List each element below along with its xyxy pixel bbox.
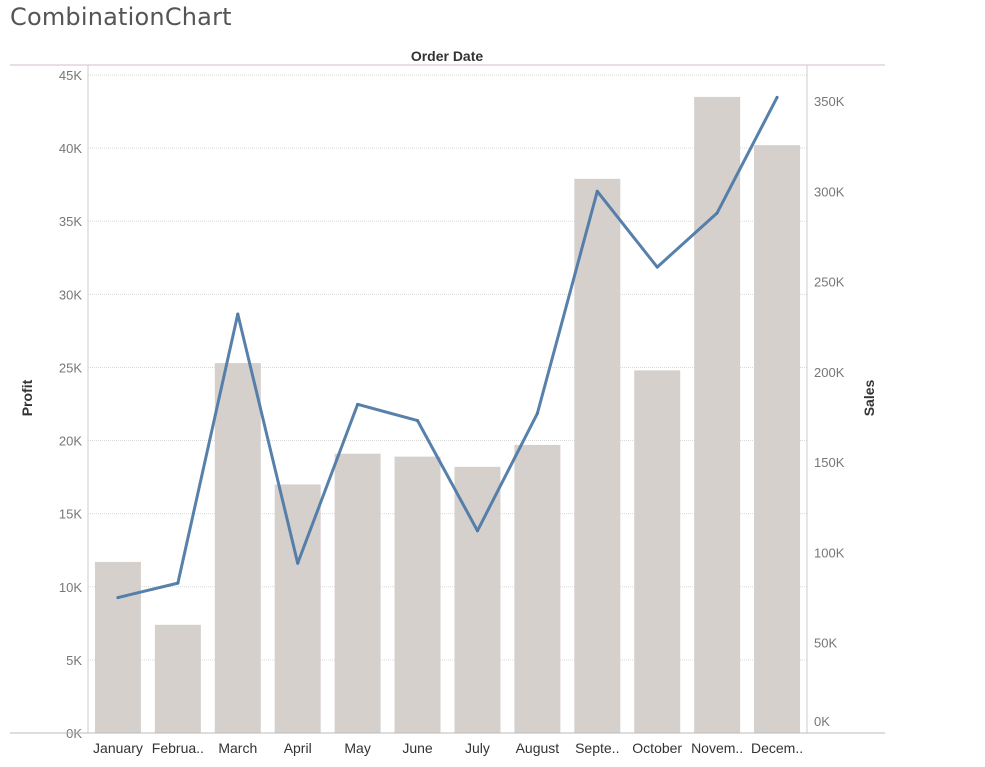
profit-bar-may[interactable] [334, 453, 381, 733]
month-label: January [93, 740, 143, 756]
month-label: October [632, 740, 682, 756]
profit-tick-label: 40K [59, 141, 82, 156]
profit-bar-august[interactable] [514, 444, 561, 733]
profit-bars [94, 96, 801, 734]
month-label: August [516, 740, 560, 756]
sales-axis-ticks: 0K 50K 100K 150K 200K 250K 300K 350K [814, 94, 845, 729]
profit-bar-march[interactable] [214, 363, 261, 733]
sales-tick-label: 300K [814, 184, 845, 199]
sales-point-august[interactable] [535, 411, 539, 415]
sales-point-november[interactable] [715, 211, 719, 215]
month-label: Novem.. [691, 740, 743, 756]
sales-axis-title: Sales [861, 379, 877, 416]
profit-bar-june[interactable] [394, 456, 441, 733]
sales-point-may[interactable] [356, 402, 360, 406]
sales-point-october[interactable] [655, 265, 659, 269]
month-label: Februa.. [152, 740, 204, 756]
profit-tick-label: 10K [59, 580, 82, 595]
profit-tick-label: 35K [59, 214, 82, 229]
profit-bar-september[interactable] [574, 178, 621, 734]
combination-chart: Order Date 0K5K10K15K20K25K30K35K40K45K … [10, 48, 885, 756]
sales-tick-label: 250K [814, 275, 845, 290]
sales-point-september[interactable] [595, 189, 599, 193]
profit-bar-february[interactable] [154, 624, 201, 733]
month-label: July [465, 740, 490, 756]
sales-tick-label: 200K [814, 365, 845, 380]
sales-tick-label: 150K [814, 455, 845, 470]
sales-point-march[interactable] [236, 312, 240, 316]
profit-tick-label: 25K [59, 360, 82, 375]
sales-tick-label: 50K [814, 636, 837, 651]
sales-point-december[interactable] [775, 95, 779, 99]
sales-tick-label: 0K [814, 714, 830, 729]
profit-tick-label: 15K [59, 507, 82, 522]
month-label: June [402, 740, 433, 756]
month-label: Septe.. [575, 740, 619, 756]
profit-tick-label: 5K [66, 653, 82, 668]
sales-point-june[interactable] [416, 419, 420, 423]
month-label: Decem.. [751, 740, 803, 756]
profit-bar-november[interactable] [694, 96, 741, 733]
profit-bar-july[interactable] [454, 466, 501, 733]
column-header-order-date: Order Date [411, 48, 484, 64]
profit-tick-label: 30K [59, 287, 82, 302]
month-labels: January Februa.. March April May June July Augu… [93, 740, 803, 756]
profit-axis-ticks: 0K5K10K15K20K25K30K35K40K45K [59, 68, 82, 741]
month-label: March [218, 740, 257, 756]
month-label: April [284, 740, 312, 756]
sales-point-january[interactable] [116, 596, 120, 600]
sales-point-july[interactable] [475, 529, 479, 533]
month-label: May [344, 740, 370, 756]
profit-axis-title: Profit [19, 379, 35, 416]
sales-point-february[interactable] [176, 581, 180, 585]
profit-bar-december[interactable] [754, 145, 801, 734]
sales-tick-label: 100K [814, 545, 845, 560]
profit-bar-october[interactable] [634, 370, 681, 733]
profit-tick-label: 45K [59, 68, 82, 83]
profit-bar-january[interactable] [94, 561, 141, 733]
profit-tick-label: 20K [59, 434, 82, 449]
sales-tick-label: 350K [814, 94, 845, 109]
sales-point-april[interactable] [296, 561, 300, 565]
